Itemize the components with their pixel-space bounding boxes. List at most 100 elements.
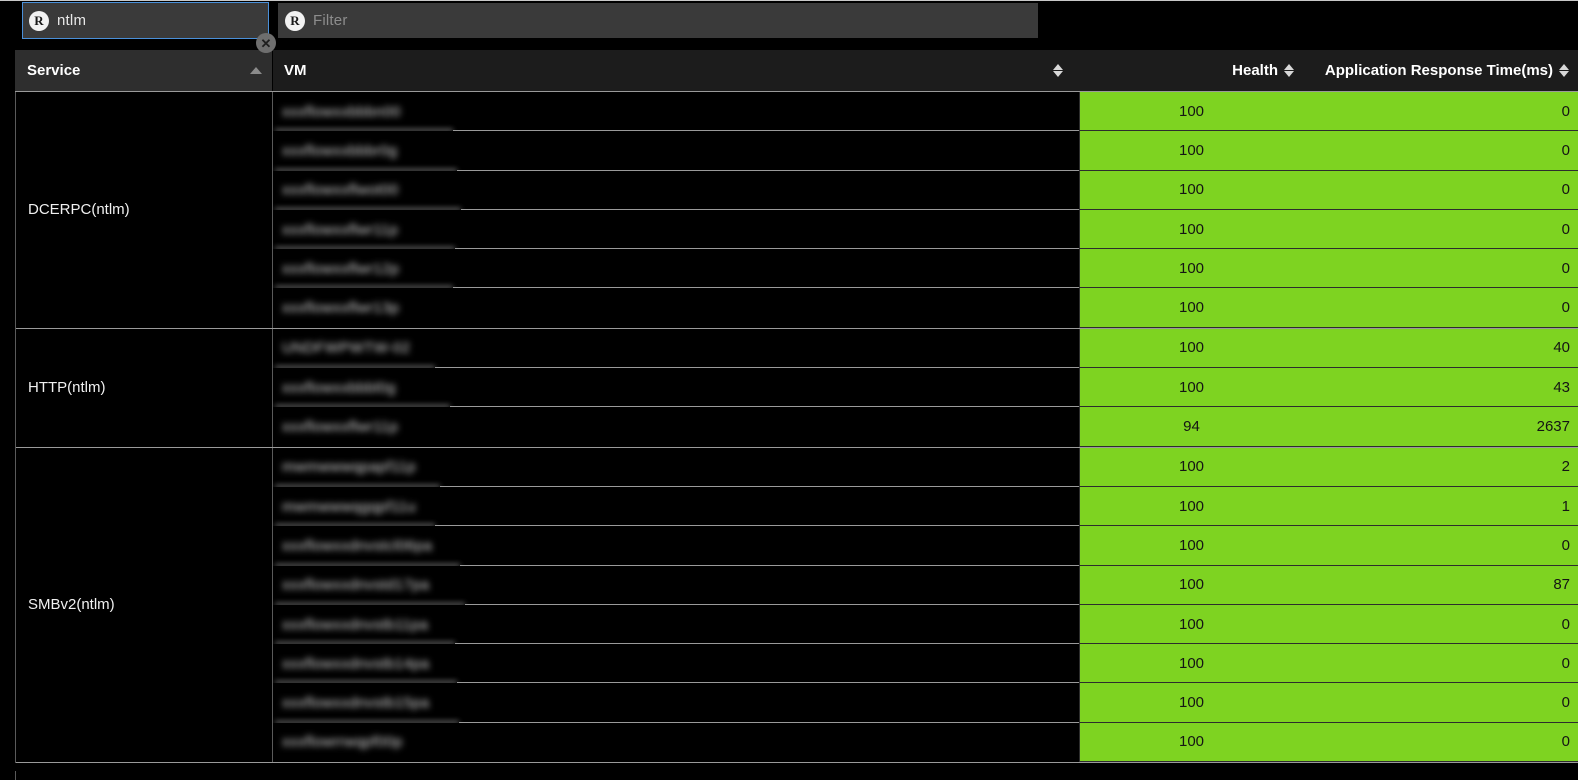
health-cell: 100	[1079, 604, 1303, 645]
table-row[interactable]: xxxflowxxbbbr0g 100 0	[273, 131, 1578, 171]
sort-toggle-icon[interactable]	[1559, 63, 1570, 78]
column-header-application-response-time-label: Application Response Time(ms)	[1324, 62, 1553, 79]
vm-name-cell: xxxflowxxflwr13p	[273, 288, 1079, 328]
table-row[interactable]: xxxflowxxdnvstb11pa 100 0	[273, 604, 1578, 645]
table-row[interactable]: xxxflowxxbbbn00 100 0	[273, 92, 1578, 132]
vm-name-cell: xxxflowxxbbbl0g	[273, 368, 1079, 408]
column-header-application-response-time[interactable]: Application Response Time(ms)	[1303, 50, 1578, 91]
application-response-time-cell: 2	[1303, 447, 1578, 487]
column-header-service[interactable]: Service	[15, 50, 273, 91]
vm-name-redacted: xxxflowrrwqpf00p	[282, 733, 403, 751]
vm-name-redacted: xxxflowxxdnvstd17pa	[282, 576, 430, 594]
filter-input[interactable]: R Filter	[278, 3, 1038, 38]
table-row[interactable]: xxxflowxxdnvstcl06pa 100 0	[273, 526, 1578, 566]
application-response-time-cell: 43	[1303, 368, 1578, 408]
table-row[interactable]: xxxflowxxflwr11p 100 0	[273, 209, 1578, 250]
vm-name-redacted: xxxflowxxbbbn00	[282, 103, 401, 121]
vm-name-cell: xxxflowxxflwr11p	[273, 407, 1079, 447]
health-cell: 100	[1079, 486, 1303, 527]
service-health-table-panel: R ntlm ✕ R Filter Service VM Health Appl…	[0, 0, 1578, 780]
vm-name-cell: xxxflowxxdnvstd17pa	[273, 565, 1079, 605]
table-row[interactable]: xxxflowxxflwr13p 100 0	[273, 288, 1578, 328]
filter-input-placeholder: Filter	[313, 12, 348, 29]
table-body: DCERPC(ntlm) xxxflowxxbbbn00 100 0 xxxflowxx…	[15, 92, 1578, 764]
regex-icon[interactable]: R	[285, 10, 305, 31]
application-response-time-cell: 0	[1303, 683, 1578, 723]
health-cell: 94	[1079, 407, 1303, 447]
vm-name-cell: xxxflowxxflwot00	[273, 170, 1079, 210]
table-row[interactable]: mwmwwwqpapf11p 100 2	[273, 447, 1578, 487]
health-cell: 100	[1079, 683, 1303, 723]
health-cell: 100	[1079, 131, 1303, 171]
sort-ascending-icon[interactable]	[250, 67, 262, 74]
vm-name-cell: xxxflowxxdnvstb11pa	[273, 604, 1079, 645]
table-row[interactable]: xxxflowxxflwr12p 100 0	[273, 249, 1578, 289]
regex-icon[interactable]: R	[29, 10, 49, 31]
table-row[interactable]: mwmwwwqgqpf11u 100 1	[273, 486, 1578, 527]
application-response-time-cell: 87	[1303, 565, 1578, 605]
vm-name-cell: xxxflowrrwqpf00p	[273, 722, 1079, 763]
table-row[interactable]: xxxflowxxflwot00 100 0	[273, 170, 1578, 210]
service-group: DCERPC(ntlm) xxxflowxxbbbn00 100 0 xxxflowxx…	[16, 92, 1578, 329]
service-group: SMBv2(ntlm) mwmwwwqpapf11p 100 2 mwmwwwqgqpf…	[16, 447, 1578, 764]
application-response-time-cell: 0	[1303, 526, 1578, 566]
health-cell: 100	[1079, 368, 1303, 408]
health-cell: 100	[1079, 92, 1303, 132]
service-name-cell: DCERPC(ntlm)	[16, 92, 273, 328]
health-cell: 100	[1079, 526, 1303, 566]
table-row[interactable]: xxxflowxxflwr11p 94 2637	[273, 407, 1578, 447]
vm-name-cell: xxxflowxxdnvstb15pa	[273, 683, 1079, 723]
table-header-row: Service VM Health Application Response T…	[15, 50, 1578, 92]
health-cell: 100	[1079, 170, 1303, 210]
column-header-service-label: Service	[27, 62, 81, 79]
table-row[interactable]: UNDFWPWTW-02 100 40	[273, 328, 1578, 369]
service-name-cell: HTTP(ntlm)	[16, 328, 273, 447]
service-group-rows: mwmwwwqpapf11p 100 2 mwmwwwqgqpf11u 100 1 xxxf…	[273, 447, 1578, 763]
clear-search-icon[interactable]: ✕	[256, 33, 276, 53]
health-cell: 100	[1079, 249, 1303, 289]
data-table: Service VM Health Application Response T…	[15, 50, 1578, 780]
vm-name-redacted: xxxflowxxbbbl0g	[282, 379, 396, 397]
table-row[interactable]: xxxflowxxdnvstb15pa 100 0	[273, 683, 1578, 723]
vm-name-redacted: xxxflowxxflwr13p	[282, 299, 400, 317]
table-row[interactable]: xxxflowrrwqpf00p 100 0	[273, 722, 1578, 763]
vm-name-redacted: xxxflowxxdnvstb11pa	[282, 616, 429, 633]
health-cell: 100	[1079, 328, 1303, 369]
vm-name-cell: xxxflowxxflwr12p	[273, 249, 1079, 289]
service-group-rows: UNDFWPWTW-02 100 40 xxxflowxxbbbl0g 100 43 xxx…	[273, 328, 1578, 447]
application-response-time-cell: 0	[1303, 288, 1578, 328]
health-cell: 100	[1079, 209, 1303, 250]
application-response-time-cell: 0	[1303, 209, 1578, 250]
application-response-time-cell: 2637	[1303, 407, 1578, 447]
health-cell: 100	[1079, 565, 1303, 605]
application-response-time-cell: 0	[1303, 722, 1578, 763]
search-input-value: ntlm	[57, 12, 87, 29]
vm-name-redacted: mwmwwwqpapf11p	[282, 458, 416, 476]
application-response-time-cell: 1	[1303, 486, 1578, 527]
table-row[interactable]: xxxflowxxbbbl0g 100 43	[273, 368, 1578, 408]
sort-toggle-icon[interactable]	[1053, 63, 1064, 78]
sort-toggle-icon[interactable]	[1284, 63, 1295, 78]
vm-name-redacted: UNDFWPWTW-02	[282, 339, 411, 357]
filter-bar: R ntlm ✕ R Filter	[0, 1, 1578, 53]
table-row[interactable]: xxxflowxxdnvstb14pa 100 0	[273, 644, 1578, 684]
vm-name-redacted: xxxflowxxflwr12p	[282, 260, 400, 278]
column-header-vm-label: VM	[284, 62, 307, 79]
service-name-cell: SMBv2(ntlm)	[16, 447, 273, 763]
vm-name-redacted: xxxflowxxdnvstb14pa	[282, 655, 430, 673]
search-input[interactable]: R ntlm	[22, 2, 269, 39]
service-group-rows: xxxflowxxbbbn00 100 0 xxxflowxxbbbr0g 100 0 xx…	[273, 92, 1578, 328]
vm-name-cell: xxxflowxxflwr11p	[273, 209, 1079, 250]
table-row[interactable]: xxxflowxxdnvstd17pa 100 87	[273, 565, 1578, 605]
application-response-time-cell: 0	[1303, 131, 1578, 171]
column-header-health[interactable]: Health	[1079, 50, 1303, 91]
application-response-time-cell: 0	[1303, 170, 1578, 210]
health-cell: 100	[1079, 447, 1303, 487]
vm-name-redacted: xxxflowxxdnvstb15pa	[282, 694, 430, 712]
vm-name-cell: xxxflowxxbbbn00	[273, 92, 1079, 132]
application-response-time-cell: 0	[1303, 92, 1578, 132]
health-cell: 100	[1079, 644, 1303, 684]
application-response-time-cell: 0	[1303, 604, 1578, 645]
column-header-health-label: Health	[1232, 62, 1278, 79]
column-header-vm[interactable]: VM	[273, 50, 1079, 91]
